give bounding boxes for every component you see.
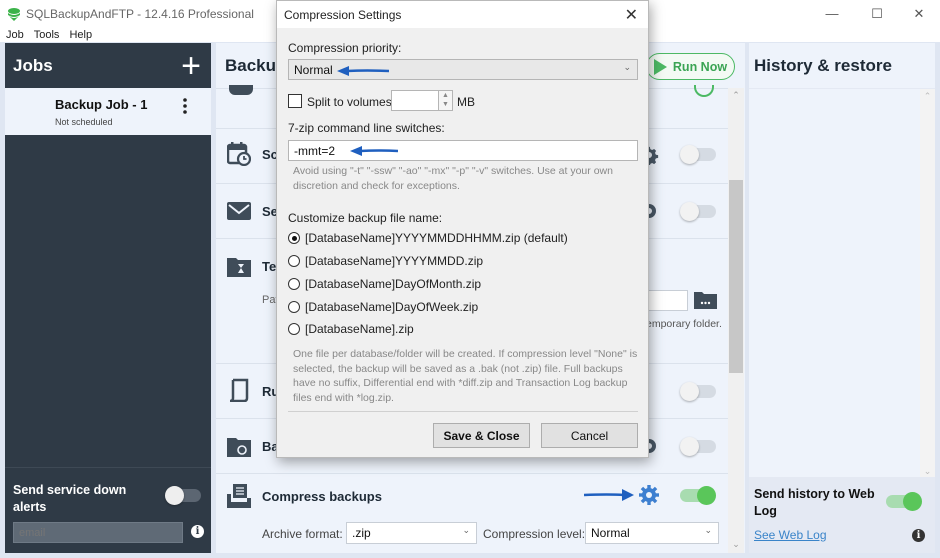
- app-logo-icon: [8, 7, 20, 21]
- compression-settings-gear-icon[interactable]: [639, 485, 659, 505]
- job-name: Backup Job - 1: [55, 97, 148, 112]
- backup-options-toggle[interactable]: [680, 437, 716, 456]
- service-alerts-label: Send service down alerts: [13, 483, 127, 514]
- compression-level-select[interactable]: Normal ⌄: [585, 522, 719, 544]
- send-confirmation-toggle[interactable]: [680, 202, 716, 221]
- filename-radio[interactable]: [288, 278, 300, 290]
- filename-option-label[interactable]: [DatabaseName].zip: [305, 322, 414, 336]
- split-size-input[interactable]: [391, 90, 439, 111]
- compress-backups-toggle[interactable]: [680, 486, 716, 505]
- folder-restore-icon: [227, 438, 251, 457]
- jobs-title: Jobs: [13, 55, 53, 75]
- job-list-item[interactable]: Backup Job - 1 Not scheduled: [5, 88, 211, 135]
- filename-option-label[interactable]: [DatabaseName]YYYYMMDDHHMM.zip (default): [305, 231, 568, 245]
- info-icon[interactable]: i: [191, 525, 204, 538]
- scroll-up-icon[interactable]: ⌃: [728, 90, 744, 104]
- split-size-stepper[interactable]: ▲ ▼: [438, 90, 453, 111]
- menu-job[interactable]: Job: [6, 29, 24, 41]
- job-status: Not scheduled: [55, 117, 113, 127]
- chevron-down-icon: ⌄: [623, 62, 631, 72]
- run-now-label: Run Now: [672, 59, 728, 74]
- see-web-log-link[interactable]: See Web Log: [754, 528, 827, 542]
- filename-option-label[interactable]: [DatabaseName]YYYYMMDD.zip: [305, 254, 483, 268]
- jobs-header: Jobs +: [5, 43, 211, 88]
- archive-format-select[interactable]: .zip ⌄: [346, 522, 477, 544]
- section-label: Te: [262, 259, 277, 274]
- add-job-icon[interactable]: +: [181, 49, 201, 83]
- dialog-divider: [288, 411, 638, 412]
- compression-level-label: Compression level:: [483, 527, 586, 541]
- info-icon[interactable]: i: [912, 529, 925, 542]
- close-icon[interactable]: ✕: [625, 5, 638, 25]
- switches-label: 7-zip command line switches:: [288, 121, 445, 135]
- service-alerts-section: Send service down alerts i: [5, 467, 211, 553]
- filename-option-label[interactable]: [DatabaseName]DayOfWeek.zip: [305, 300, 478, 314]
- cancel-button[interactable]: Cancel: [541, 423, 638, 448]
- script-icon: [229, 378, 249, 402]
- run-now-button[interactable]: Run Now: [646, 53, 735, 80]
- compression-settings-dialog: Compression Settings ✕ Compression prior…: [276, 0, 649, 458]
- scrollbar-thumb[interactable]: [729, 180, 743, 373]
- status-ok-icon: [694, 85, 714, 97]
- filename-radio[interactable]: [288, 232, 300, 244]
- center-scrollbar[interactable]: ⌃ ⌄: [728, 88, 744, 553]
- switches-hint: Avoid using "-t" "-ssw" "-ao" "-mx" "-p"…: [293, 165, 613, 192]
- history-scrollbar[interactable]: ⌃ ⌄: [920, 89, 935, 477]
- annotation-arrow-icon: [350, 146, 398, 156]
- chevron-down-icon: ⌄: [704, 525, 712, 535]
- alerts-email-input[interactable]: [13, 522, 183, 543]
- maximize-button[interactable]: ☐: [854, 0, 900, 27]
- folder-hourglass-icon: [227, 258, 251, 277]
- history-list: ⌃ ⌄: [749, 89, 935, 477]
- more-vertical-icon[interactable]: [183, 98, 187, 114]
- menu-tools[interactable]: Tools: [34, 29, 60, 41]
- switches-input[interactable]: -mmt=2: [288, 140, 638, 161]
- dialog-title: Compression Settings: [284, 7, 402, 22]
- filename-radio[interactable]: [288, 323, 300, 335]
- run-scripts-toggle[interactable]: [680, 382, 716, 401]
- split-volumes-label: Split to volumes:: [307, 95, 396, 109]
- split-unit-label: MB: [457, 95, 475, 109]
- service-alerts-toggle[interactable]: [165, 486, 201, 505]
- section-label: Compress backups: [262, 489, 382, 504]
- window-title: SQLBackupAndFTP - 12.4.16 Professional: [26, 6, 254, 21]
- dialog-titlebar: Compression Settings ✕: [277, 1, 648, 28]
- close-window-button[interactable]: ✕: [896, 0, 940, 27]
- menu-help[interactable]: Help: [69, 29, 92, 41]
- chevron-down-icon: ⌄: [462, 525, 470, 535]
- split-volumes-checkbox[interactable]: [288, 94, 302, 108]
- history-title: History & restore: [754, 55, 892, 75]
- filename-radio[interactable]: [288, 255, 300, 267]
- section-compress-backups: Compress backups Archive format: .zip ⌄ …: [216, 473, 728, 553]
- envelope-icon: [227, 202, 251, 220]
- priority-value: Normal: [294, 63, 333, 77]
- switches-value: -mmt=2: [294, 144, 336, 158]
- temp-folder-note: emporary folder.: [646, 318, 722, 330]
- filename-radio[interactable]: [288, 301, 300, 313]
- annotation-arrow-icon: [584, 489, 634, 501]
- database-icon: [229, 85, 253, 95]
- filename-label: Customize backup file name:: [288, 211, 443, 225]
- priority-label: Compression priority:: [288, 41, 402, 55]
- filename-hint: One file per database/folder will be cre…: [293, 348, 638, 404]
- minimize-button[interactable]: —: [809, 0, 855, 27]
- compression-level-value: Normal: [591, 526, 630, 540]
- filename-option-label[interactable]: [DatabaseName]DayOfMonth.zip: [305, 277, 481, 291]
- archive-format-label: Archive format:: [262, 527, 343, 541]
- jobs-sidebar: Jobs + Backup Job - 1 Not scheduled Send…: [5, 43, 211, 553]
- archive-format-value: .zip: [352, 526, 371, 540]
- calendar-clock-icon: [227, 142, 251, 166]
- archive-icon: [227, 484, 251, 508]
- schedule-toggle[interactable]: [680, 145, 716, 164]
- history-header: History & restore: [749, 43, 935, 88]
- play-icon: [653, 58, 667, 75]
- weblog-label: Send history to Web Log: [754, 487, 875, 518]
- annotation-arrow-icon: [337, 66, 389, 76]
- weblog-toggle[interactable]: [886, 492, 922, 511]
- scroll-down-icon[interactable]: ⌄: [728, 539, 744, 553]
- history-panel: History & restore ⌃ ⌄ Send history to Web…: [749, 43, 935, 553]
- browse-folder-icon[interactable]: [694, 291, 717, 309]
- save-close-button[interactable]: Save & Close: [433, 423, 530, 448]
